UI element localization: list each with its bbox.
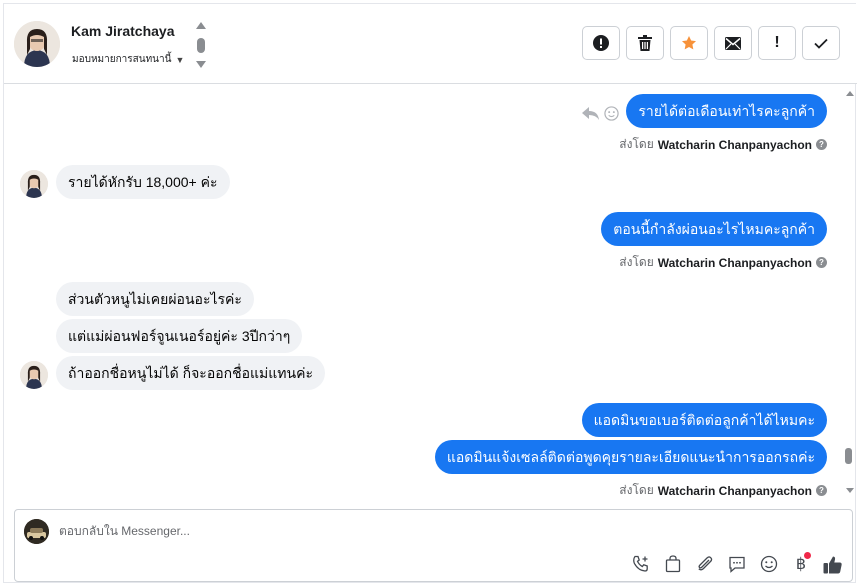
like-button[interactable] [822, 553, 844, 575]
sent-by-prefix: ส่งโดย [619, 255, 654, 269]
navigator-handle [197, 37, 205, 53]
spam-button[interactable]: ! [758, 26, 796, 60]
scroll-down-arrow-icon[interactable] [846, 488, 854, 493]
assign-conversation-dropdown[interactable]: มอบหมายการสนทนานี้ ▼ [72, 52, 184, 67]
phone-plus-icon [633, 555, 648, 572]
composer-toolbar: ฿ [630, 552, 844, 575]
reply-composer: ฿ [14, 509, 853, 582]
scroll-up-arrow-icon[interactable] [846, 91, 854, 96]
star-icon [682, 36, 696, 50]
page-avatar [24, 519, 49, 544]
contact-avatar-small[interactable] [20, 361, 48, 389]
done-button[interactable] [802, 26, 840, 60]
outgoing-message[interactable]: รายได้ต่อเดือนเท่าไรคะลูกค้า [626, 94, 827, 128]
conversation-header: Kam Jiratchaya มอบหมายการสนทนานี้ ▼ ! [4, 4, 857, 84]
trash-icon [638, 35, 652, 51]
exclamation-circle-icon [593, 35, 609, 51]
sent-by-prefix: ส่งโดย [619, 137, 654, 151]
saved-replies-button[interactable] [726, 553, 748, 575]
reply-input[interactable] [59, 520, 759, 542]
mark-unread-button[interactable] [714, 26, 752, 60]
next-conversation-icon[interactable] [196, 61, 206, 68]
outgoing-message[interactable]: ตอนนี้กำลังผ่อนอะไรไหมคะลูกค้า [601, 212, 827, 246]
conversation-navigator[interactable] [196, 22, 206, 68]
star-button[interactable] [670, 26, 708, 60]
shopping-bag-icon [665, 555, 681, 573]
notification-dot [804, 552, 811, 559]
contact-avatar-small[interactable] [20, 170, 48, 198]
sent-by-label: ส่งโดย Watcharin Chanpanyachon ? [619, 253, 827, 272]
sent-by-label: ส่งโดย Watcharin Chanpanyachon ? [619, 481, 827, 500]
scrollbar-thumb[interactable] [845, 448, 852, 464]
emoji-button[interactable] [758, 553, 780, 575]
message-thread[interactable]: รายได้ต่อเดือนเท่าไรคะลูกค้า ส่งโดย Watc… [4, 85, 847, 505]
assign-label: มอบหมายการสนทนานี้ [72, 54, 172, 65]
important-button[interactable] [582, 26, 620, 60]
outgoing-message[interactable]: แอดมินขอเบอร์ติดต่อลูกค้าได้ไหมคะ [581, 403, 827, 437]
thread-scrollbar[interactable] [845, 85, 855, 505]
contact-name[interactable]: Kam Jiratchaya [71, 23, 175, 39]
info-icon[interactable]: ? [816, 139, 827, 150]
payment-button[interactable]: ฿ [790, 552, 812, 575]
info-icon[interactable]: ? [816, 485, 827, 496]
attach-button[interactable] [694, 553, 716, 575]
delete-button[interactable] [626, 26, 664, 60]
check-icon [814, 38, 828, 49]
emoji-icon [760, 555, 778, 573]
call-button[interactable] [630, 553, 652, 575]
previous-conversation-icon[interactable] [196, 22, 206, 29]
saved-reply-icon [729, 556, 745, 573]
agent-name: Watcharin Chanpanyachon [657, 255, 812, 270]
message-hover-tools [582, 106, 619, 121]
react-emoji-icon[interactable] [604, 106, 619, 121]
like-icon [823, 556, 842, 573]
incoming-message[interactable]: ถ้าออกชื่อหนูไม่ได้ ก็จะออกชื่อแม่แทนค่ะ [56, 356, 325, 390]
exclamation-icon: ! [774, 34, 780, 51]
sent-by-prefix: ส่งโดย [619, 483, 654, 497]
caret-down-icon: ▼ [175, 54, 185, 65]
agent-name: Watcharin Chanpanyachon [657, 137, 812, 152]
conversation-actions: ! [582, 26, 840, 60]
incoming-message[interactable]: แต่แม่ผ่อนฟอร์จูนเนอร์อยู่ค่ะ 3ปีกว่าๆ [56, 319, 303, 353]
contact-avatar[interactable] [14, 21, 60, 67]
info-icon[interactable]: ? [816, 257, 827, 268]
incoming-message[interactable]: รายได้หักรับ 18,000+ ค่ะ [56, 165, 230, 199]
shop-button[interactable] [662, 553, 684, 575]
incoming-message[interactable]: ส่วนตัวหนูไม่เคยผ่อนอะไรค่ะ [56, 282, 254, 316]
messenger-conversation-panel: Kam Jiratchaya มอบหมายการสนทนานี้ ▼ ! รา… [3, 3, 857, 583]
sent-by-label: ส่งโดย Watcharin Chanpanyachon ? [619, 135, 827, 154]
envelope-icon [725, 36, 741, 50]
paperclip-icon [698, 556, 713, 571]
agent-name: Watcharin Chanpanyachon [657, 483, 812, 498]
reply-icon[interactable] [582, 106, 600, 121]
outgoing-message[interactable]: แอดมินแจ้งเซลล์ติดต่อพูดคุยรายละเอียดแนะ… [434, 440, 827, 474]
